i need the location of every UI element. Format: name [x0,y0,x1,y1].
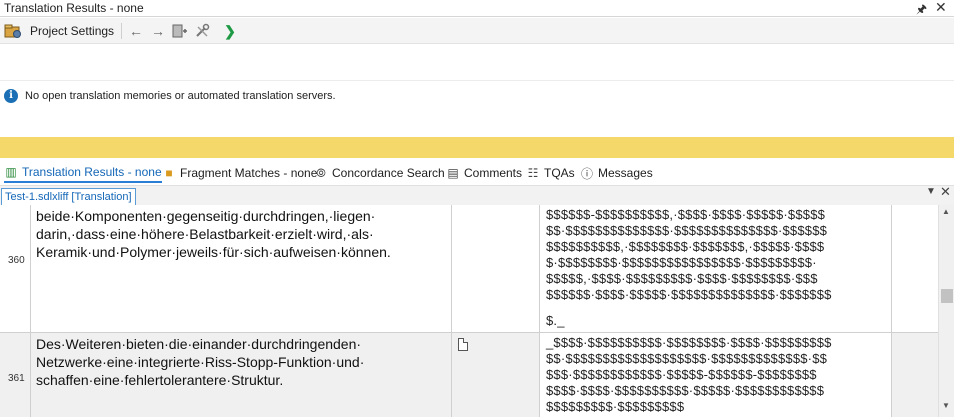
source-cell[interactable]: beide·Komponenten·gegenseitig·durchdring… [31,205,452,332]
info-icon: i [4,89,18,103]
target-line: $$$·$$$$$$$$$$$$·$$$$$-$$$$$$-$$$$$$$$ [546,367,817,382]
panel-tabs: ▥ Translation Results - none ■ Fragment … [0,162,954,184]
add-to-tm-icon[interactable] [171,22,189,40]
tab-translation-results[interactable]: ▥ Translation Results - none [4,163,162,183]
vertical-scrollbar[interactable]: ▲ ▼ [938,205,954,417]
previous-arrow-icon[interactable]: ← [127,22,145,40]
document-tab[interactable]: Test-1.sdlxliff [Translation] [1,188,136,205]
tab-label: Concordance Search [332,166,445,180]
translation-results-area [0,44,954,80]
info-message: No open translation memories or automate… [25,90,336,102]
segment-number: 361 [8,373,25,384]
highlight-bar [0,137,954,158]
info-message-area: i No open translation memories or automa… [0,80,954,137]
close-document-icon[interactable]: ✕ [940,184,951,200]
target-line: $$$$·$$$$·$$$$$$$$$$·$$$$$·$$$$$$$$$$$$ [546,383,825,398]
panel-title-bar: Translation Results - none 🖈 ✕ [0,0,954,17]
target-line: $·$$$$$$$$·$$$$$$$$$$$$$$$$·$$$$$$$$$· [546,255,817,270]
editor-grid: 360 beide·Komponenten·gegenseitig·durchd… [0,205,938,417]
project-settings-icon [4,24,21,38]
tab-label: Translation Results - none [22,165,162,179]
toolbar-separator [121,23,122,39]
scrollbar-thumb[interactable] [941,289,953,303]
segment-number-cell: 361 [0,333,31,417]
source-line: schaffen·eine·fehlertolerantere·Struktur… [36,372,284,388]
target-line: $$$$$$-$$$$$$$$$$,·$$$$·$$$$·$$$$$·$$$$$ [546,207,826,222]
next-arrow-icon[interactable]: → [149,22,167,40]
target-cell[interactable]: _$$$$·$$$$$$$$$$·$$$$$$$$·$$$$·$$$$$$$$$… [540,333,892,417]
source-line: Netzwerke·eine·integrierte·Riss-Stopp-Fu… [36,354,365,370]
target-line: $._ [546,313,565,328]
tqa-icon: ☷ [527,166,539,180]
tab-label: Comments [464,166,523,180]
tab-concordance-search[interactable]: ⦾ Concordance Search [314,163,445,183]
tools-icon[interactable] [193,22,211,40]
tab-tqas[interactable]: ☷ TQAs [526,163,575,183]
tab-comments[interactable]: ▤ Comments [446,163,522,183]
apply-chevron-icon[interactable]: ❯ [221,22,239,40]
status-cell [452,205,540,332]
comments-icon: ▤ [447,166,459,180]
document-tab-row: Test-1.sdlxliff [Translation] ▼ ✕ [0,184,954,205]
tab-label: Messages [598,166,653,180]
segment-number: 360 [8,255,25,266]
segment-row[interactable]: 360 beide·Komponenten·gegenseitig·durchd… [0,205,938,332]
messages-icon: ⓘ [580,166,593,181]
tab-fragment-matches[interactable]: ■ Fragment Matches - none [162,163,317,183]
close-icon[interactable]: ✕ [935,0,947,16]
source-cell[interactable]: Des·Weiteren·bieten·die·einander·durchdr… [31,333,452,417]
scroll-down-icon[interactable]: ▼ [942,401,950,410]
target-line: $$$$$,·$$$$·$$$$$$$$$·$$$$·$$$$$$$$·$$$ [546,271,818,286]
fragment-matches-icon: ■ [165,166,173,180]
tab-label: Fragment Matches - none [180,166,318,180]
target-cell[interactable]: $$$$$$-$$$$$$$$$$,·$$$$·$$$$·$$$$$·$$$$$… [540,205,892,332]
status-cell [452,333,540,417]
segment-number-cell: 360 [0,205,31,332]
source-line: Des·Weiteren·bieten·die·einander·durchdr… [36,336,362,352]
tab-messages[interactable]: ⓘ Messages [580,163,653,183]
source-line: Keramik·und·Polymer·jeweils·für·sich·auf… [36,244,391,260]
scroll-up-icon[interactable]: ▲ [942,207,950,216]
target-line: $$·$$$$$$$$$$$$$$$$$$$·$$$$$$$$$$$$$·$$ [546,351,828,366]
document-status-icon [458,338,468,351]
tab-dropdown-icon[interactable]: ▼ [926,186,936,197]
segment-row[interactable]: 361 Des·Weiteren·bieten·die·einander·dur… [0,332,938,417]
binoculars-icon: ⦾ [316,165,326,180]
source-line: darin,·dass·eine·höhere·Belastbarkeit·er… [36,226,374,242]
toolbar: Project Settings ← → ❯ [0,18,954,44]
target-line: $$$$$$$$$·$$$$$$$$$ [546,399,685,414]
project-settings-label: Project Settings [30,24,115,38]
target-line: $$·$$$$$$$$$$$$$$·$$$$$$$$$$$$$$·$$$$$$ [546,223,828,238]
panel-title: Translation Results - none [4,1,144,15]
target-line: _$$$$·$$$$$$$$$$·$$$$$$$$·$$$$·$$$$$$$$$ [546,335,832,350]
translation-results-icon: ▥ [5,165,17,179]
target-line: $$$$$$·$$$$·$$$$$·$$$$$$$$$$$$$$·$$$$$$$ [546,287,832,302]
source-line: beide·Komponenten·gegenseitig·durchdring… [36,208,376,224]
project-settings-button[interactable]: Project Settings [4,21,114,41]
target-line: $$$$$$$$$$,·$$$$$$$$·$$$$$$$,·$$$$$·$$$$ [546,239,825,254]
tab-label: TQAs [544,166,575,180]
